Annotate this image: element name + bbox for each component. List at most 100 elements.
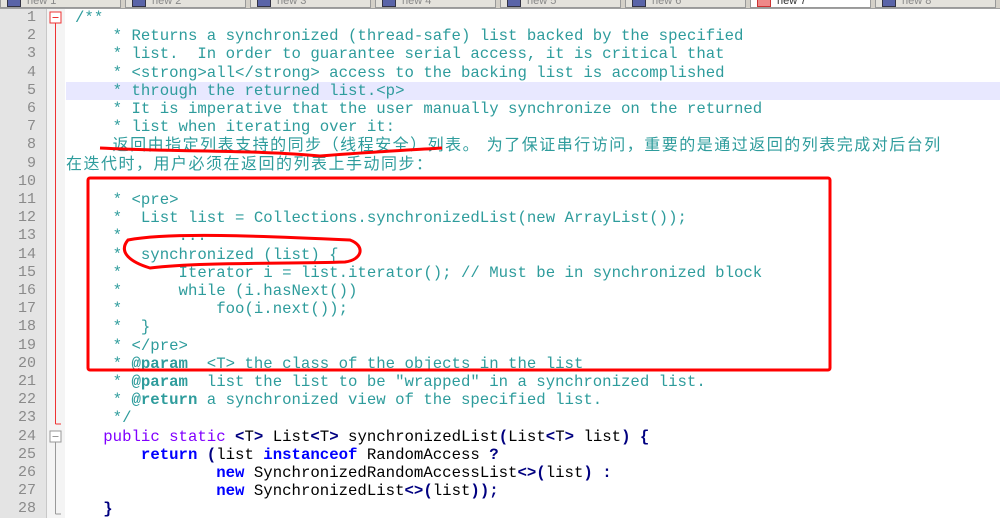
code-token: list bbox=[574, 427, 622, 446]
code-line: * It is imperative that the user manuall… bbox=[75, 100, 1000, 118]
file-icon bbox=[257, 0, 271, 7]
line-number: 24 bbox=[17, 427, 36, 445]
code-line: * ... bbox=[75, 227, 1000, 245]
tab-bar: new 1 new 2 new 3 new 4 new 5 new 6 new 7 new 8 bbox=[0, 0, 1000, 9]
code-token: SynchronizedRandomAccessList bbox=[244, 464, 518, 482]
tab-label: new 6 bbox=[652, 0, 682, 7]
code-token: T bbox=[319, 427, 330, 446]
code-token: @param bbox=[131, 354, 188, 373]
code-line: * list when iterating over it: bbox=[75, 118, 1000, 136]
code-token: synchronizedList bbox=[338, 427, 499, 446]
code-token: * list when iterating over it: bbox=[75, 118, 396, 137]
code-token: T bbox=[555, 427, 565, 446]
code-token: <>( bbox=[517, 464, 546, 482]
file-icon bbox=[882, 0, 896, 7]
code-line: public static <T> List<T> synchronizedLi… bbox=[75, 428, 1000, 446]
tab-new-5[interactable]: new 5 bbox=[500, 0, 621, 8]
line-number: 12 bbox=[17, 209, 36, 227]
file-icon bbox=[632, 0, 646, 7]
line-number: 14 bbox=[17, 245, 36, 263]
line-number: 23 bbox=[17, 409, 36, 427]
code-token: * while (i.hasNext()) bbox=[75, 282, 358, 300]
line-number: 13 bbox=[17, 227, 36, 245]
code-token: return bbox=[140, 445, 198, 464]
line-number: 17 bbox=[17, 300, 36, 318]
code-token: new bbox=[216, 482, 245, 501]
code-token: instanceof bbox=[263, 445, 358, 464]
line-number: 6 bbox=[26, 100, 36, 117]
line-number: 19 bbox=[17, 336, 36, 354]
code-line: * Iterator i = list.iterator(); // Must … bbox=[75, 264, 1000, 282]
code-line: * while (i.hasNext()) bbox=[75, 282, 1000, 300]
code-line: return (list instanceof RandomAccess ? bbox=[75, 446, 1000, 464]
code-line: 返回由指定列表支持的同步（线程安全）列表。 为了保证串行访问，重要的是通过返回的… bbox=[75, 136, 1000, 154]
code-line: /** bbox=[75, 9, 1000, 27]
code-token: * bbox=[75, 373, 132, 391]
code-line: * List list = Collections.synchronizedLi… bbox=[75, 209, 1000, 227]
code-editor[interactable]: /** * Returns a synchronized (thread-saf… bbox=[66, 9, 1000, 518]
line-number: 27 bbox=[17, 482, 36, 500]
code-token: } bbox=[103, 500, 113, 519]
code-token: list the list to be "wrapped" in a synch… bbox=[187, 373, 706, 391]
code-line: * } bbox=[75, 318, 1000, 336]
line-number: 1 bbox=[26, 9, 36, 26]
code-token: * bbox=[75, 391, 132, 410]
tab-new-1[interactable]: new 1 bbox=[0, 0, 121, 8]
tab-new-8[interactable]: new 8 bbox=[875, 0, 996, 8]
code-token: list bbox=[432, 482, 471, 501]
tab-new-3[interactable]: new 3 bbox=[250, 0, 371, 8]
code-token: > bbox=[329, 427, 339, 446]
tab-new-2[interactable]: new 2 bbox=[125, 0, 246, 8]
code-token: RandomAccess bbox=[357, 445, 490, 464]
code-token: ? bbox=[489, 445, 499, 464]
tab-label: new 7 bbox=[777, 0, 807, 7]
tab-label: new 2 bbox=[152, 0, 182, 7]
line-number: 9 bbox=[26, 154, 36, 172]
code-token: @param bbox=[131, 373, 188, 391]
code-token: * foo(i.next()); bbox=[75, 300, 349, 319]
line-number: 4 bbox=[26, 63, 36, 81]
tab-new-4[interactable]: new 4 bbox=[375, 0, 496, 8]
line-number: 8 bbox=[26, 136, 36, 154]
code-token: )); bbox=[470, 482, 499, 501]
code-token: a synchronized view of the specified lis… bbox=[197, 391, 603, 410]
tab-label: new 4 bbox=[402, 0, 432, 7]
code-token: * It is imperative that the user manuall… bbox=[75, 100, 763, 118]
tab-new-7[interactable]: new 7 bbox=[750, 0, 871, 8]
code-token: public static bbox=[103, 427, 236, 446]
code-token: > bbox=[564, 427, 575, 446]
tab-new-6[interactable]: new 6 bbox=[625, 0, 746, 8]
file-icon bbox=[507, 0, 521, 7]
code-token: 在迭代时，用户必须在返回的列表上手动同步： bbox=[66, 153, 434, 173]
code-token: list bbox=[545, 464, 584, 482]
code-token: * } bbox=[75, 318, 151, 337]
code-token: new bbox=[216, 464, 245, 482]
code-token: * ... bbox=[75, 227, 207, 246]
code-line: } bbox=[75, 500, 1000, 518]
code-token: list bbox=[216, 445, 264, 464]
code-line: * Returns a synchronized (thread-safe) l… bbox=[75, 27, 1000, 45]
code-token: < bbox=[310, 427, 320, 446]
code-line: new SynchronizedList<>(list)); bbox=[75, 482, 1000, 500]
code-line: * @param list the list to be "wrapped" i… bbox=[75, 373, 1000, 391]
file-icon bbox=[7, 0, 21, 7]
line-number: 18 bbox=[17, 318, 36, 336]
code-token: ( bbox=[498, 427, 509, 446]
line-number: 20 bbox=[17, 354, 36, 372]
code-token: T bbox=[244, 427, 254, 446]
line-number: 7 bbox=[26, 118, 36, 136]
line-number-gutter: 1 2 3 4 5 6 7 8 9 10 11 12 13 14 15 16 17 18 19 20 21 22 23 24 2… bbox=[0, 9, 47, 518]
line-number: 11 bbox=[17, 191, 36, 208]
code-token: ) { bbox=[621, 427, 650, 446]
code-token: * Iterator i = list.iterator(); // Must … bbox=[75, 263, 763, 282]
code-line: new SynchronizedRandomAccessList<>(list)… bbox=[75, 464, 1000, 482]
line-number: 21 bbox=[17, 373, 36, 390]
code-token: * Returns a synchronized (thread-safe) l… bbox=[75, 27, 744, 46]
code-line: * synchronized (list) { bbox=[75, 246, 1000, 264]
line-number: 5 bbox=[26, 81, 36, 99]
tab-label: new 1 bbox=[27, 0, 57, 7]
